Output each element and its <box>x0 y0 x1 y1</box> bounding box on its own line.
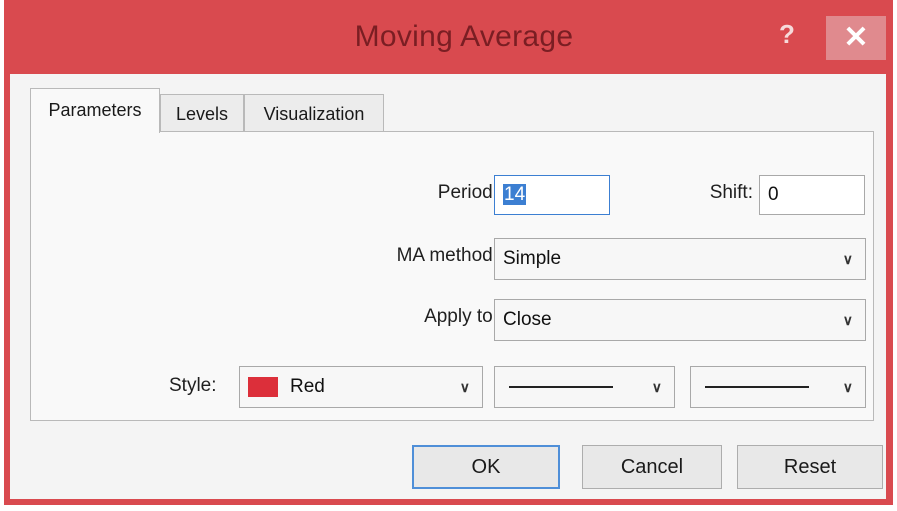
dialog-body: Parameters Levels Visualization Period: … <box>10 74 886 499</box>
chevron-down-icon: ∨ <box>842 251 853 267</box>
line-width-sample <box>705 386 809 388</box>
apply-to-label: Apply to: <box>424 306 498 327</box>
period-value: 14 <box>503 184 527 205</box>
title-bar[interactable]: Moving Average ? ✕ <box>4 0 893 84</box>
apply-to-select[interactable]: Close ∨ <box>494 299 866 341</box>
ma-method-value: Simple <box>503 248 562 269</box>
help-button[interactable]: ? <box>767 14 807 54</box>
shift-label: Shift: <box>709 182 753 203</box>
line-style-sample <box>509 386 613 388</box>
help-icon: ? <box>779 19 795 49</box>
chevron-down-icon: ∨ <box>842 312 853 328</box>
dialog-title: Moving Average <box>354 20 574 53</box>
close-icon: ✕ <box>843 21 869 54</box>
moving-average-dialog: Moving Average ? ✕ Parameters Levels Vis… <box>4 0 893 505</box>
ok-button[interactable]: OK <box>412 445 560 489</box>
color-swatch <box>248 377 278 397</box>
tab-parameters[interactable]: Parameters <box>30 88 160 133</box>
ma-method-select[interactable]: Simple ∨ <box>494 238 866 280</box>
close-button[interactable]: ✕ <box>826 16 886 60</box>
reset-button[interactable]: Reset <box>737 445 883 489</box>
style-color-name: Red <box>290 376 325 397</box>
chevron-down-icon: ∨ <box>842 379 853 395</box>
line-width-select[interactable]: ∨ <box>690 366 866 408</box>
tab-visualization[interactable]: Visualization <box>244 94 384 132</box>
style-label: Style: <box>169 375 217 396</box>
chevron-down-icon: ∨ <box>651 379 662 395</box>
line-style-select[interactable]: ∨ <box>494 366 675 408</box>
chevron-down-icon: ∨ <box>459 379 470 395</box>
apply-to-value: Close <box>503 309 552 330</box>
shift-field[interactable]: 0 <box>759 175 865 215</box>
tab-levels[interactable]: Levels <box>160 94 244 132</box>
period-label: Period: <box>437 182 498 203</box>
ma-method-label: MA method: <box>396 245 498 266</box>
parameters-panel: Period: 14 Shift: 0 MA method: Simple ∨ … <box>30 131 874 421</box>
style-color-select[interactable]: Red ∨ <box>239 366 483 408</box>
cancel-button[interactable]: Cancel <box>582 445 722 489</box>
period-field[interactable]: 14 <box>494 175 610 215</box>
